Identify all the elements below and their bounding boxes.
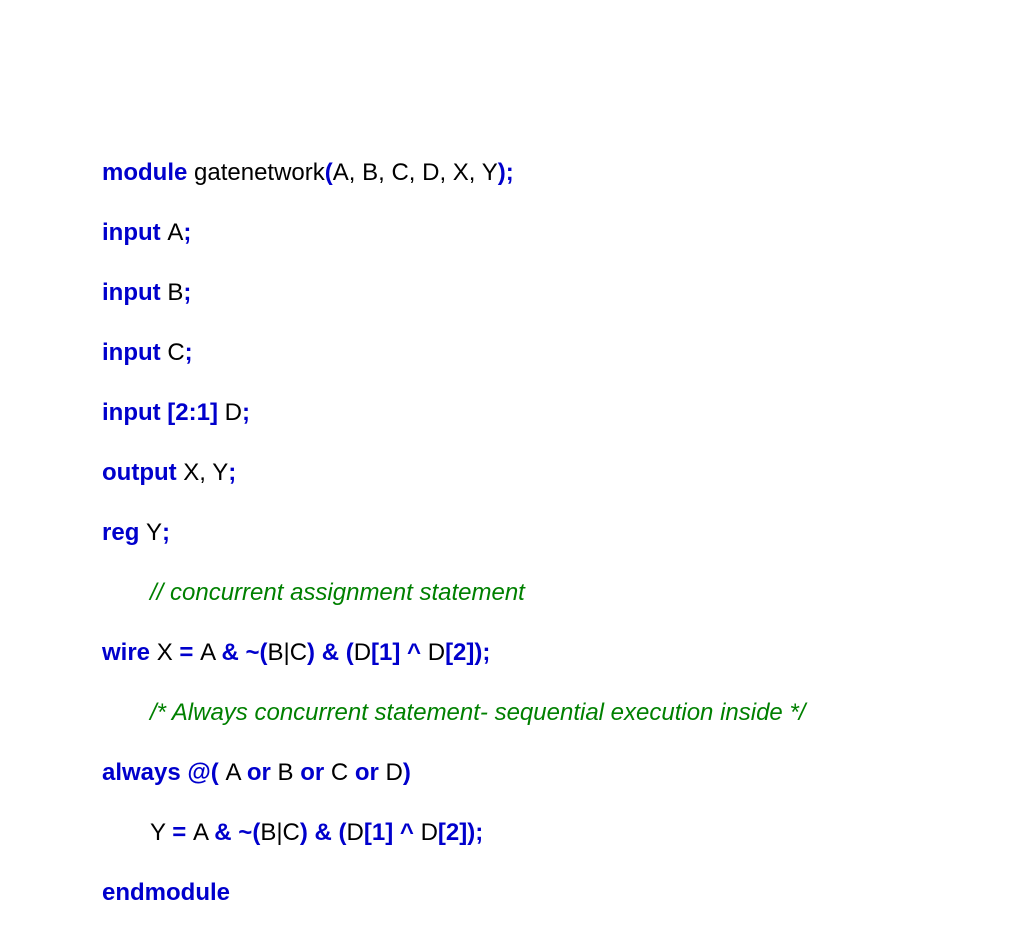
punct-semi: ; [185,339,193,366]
code-line-13: endmodule [102,878,805,908]
identifier-b: B [278,759,301,786]
verilog-code-block: module gatenetwork(A, B, C, D, X, Y); in… [102,128,805,938]
punct-close-paren: ) [403,759,411,786]
keyword-always-at: always @( [102,759,225,786]
keyword-reg: reg [102,519,146,546]
code-line-7: reg Y; [102,518,805,548]
code-line-4: input C; [102,338,805,368]
operator-and-not-paren: & ~( [214,819,260,846]
code-line-5: input [2:1] D; [102,398,805,428]
comment-block: /* Always concurrent statement- sequenti… [150,699,805,726]
identifier-a: A [225,759,246,786]
expr-b-or-c: B|C [260,819,300,846]
index-2-close: [2]); [438,819,483,846]
code-line-8: // concurrent assignment statement [102,578,805,608]
identifier-y: Y [150,819,172,846]
identifier-b: B [167,279,183,306]
identifier-d: D [428,639,445,666]
punct-close-paren-semi: ); [498,159,514,186]
code-line-12: Y = A & ~(B|C) & (D[1] ^ D[2]); [102,818,805,848]
identifier-a: A [167,219,183,246]
keyword-module: module [102,159,194,186]
code-line-2: input A; [102,218,805,248]
index-1-xor: [1] ^ [371,639,428,666]
keyword-input-range: input [2:1] [102,399,225,426]
keyword-wire: wire [102,639,157,666]
module-name: gatenetwork [194,159,325,186]
punct-open-paren: ( [325,159,333,186]
operator-assign: = [172,819,193,846]
punct-semi: ; [183,219,191,246]
identifier-d: D [347,819,364,846]
keyword-or: or [355,759,386,786]
code-line-11: always @( A or B or C or D) [102,758,805,788]
punct-semi: ; [162,519,170,546]
identifier-a: A [200,639,221,666]
punct-semi: ; [228,459,236,486]
comment-line: // concurrent assignment statement [150,579,525,606]
operator-paren-and-paren: ) & ( [307,639,354,666]
index-2-close: [2]); [445,639,490,666]
keyword-output: output [102,459,183,486]
operator-paren-and-paren: ) & ( [300,819,347,846]
operator-and-not-paren: & ~( [221,639,267,666]
identifier-d: D [386,759,403,786]
identifier-a: A [193,819,214,846]
keyword-or: or [247,759,278,786]
identifier-d: D [421,819,438,846]
port-list: A, B, C, D, X, Y [333,159,498,186]
keyword-input: input [102,219,167,246]
code-line-10: /* Always concurrent statement- sequenti… [102,698,805,728]
identifier-x: X [157,639,180,666]
code-line-3: input B; [102,278,805,308]
identifier-c: C [331,759,355,786]
identifier-y: Y [146,519,162,546]
identifier-d: D [225,399,242,426]
identifier-xy: X, Y [183,459,228,486]
identifier-d: D [354,639,371,666]
index-1-xor: [1] ^ [364,819,421,846]
punct-semi: ; [242,399,250,426]
identifier-c: C [167,339,184,366]
code-line-1: module gatenetwork(A, B, C, D, X, Y); [102,158,805,188]
punct-semi: ; [183,279,191,306]
expr-b-or-c: B|C [267,639,307,666]
keyword-input: input [102,339,167,366]
keyword-endmodule: endmodule [102,879,230,906]
keyword-or: or [300,759,331,786]
code-line-6: output X, Y; [102,458,805,488]
operator-assign: = [179,639,200,666]
code-line-9: wire X = A & ~(B|C) & (D[1] ^ D[2]); [102,638,805,668]
keyword-input: input [102,279,167,306]
